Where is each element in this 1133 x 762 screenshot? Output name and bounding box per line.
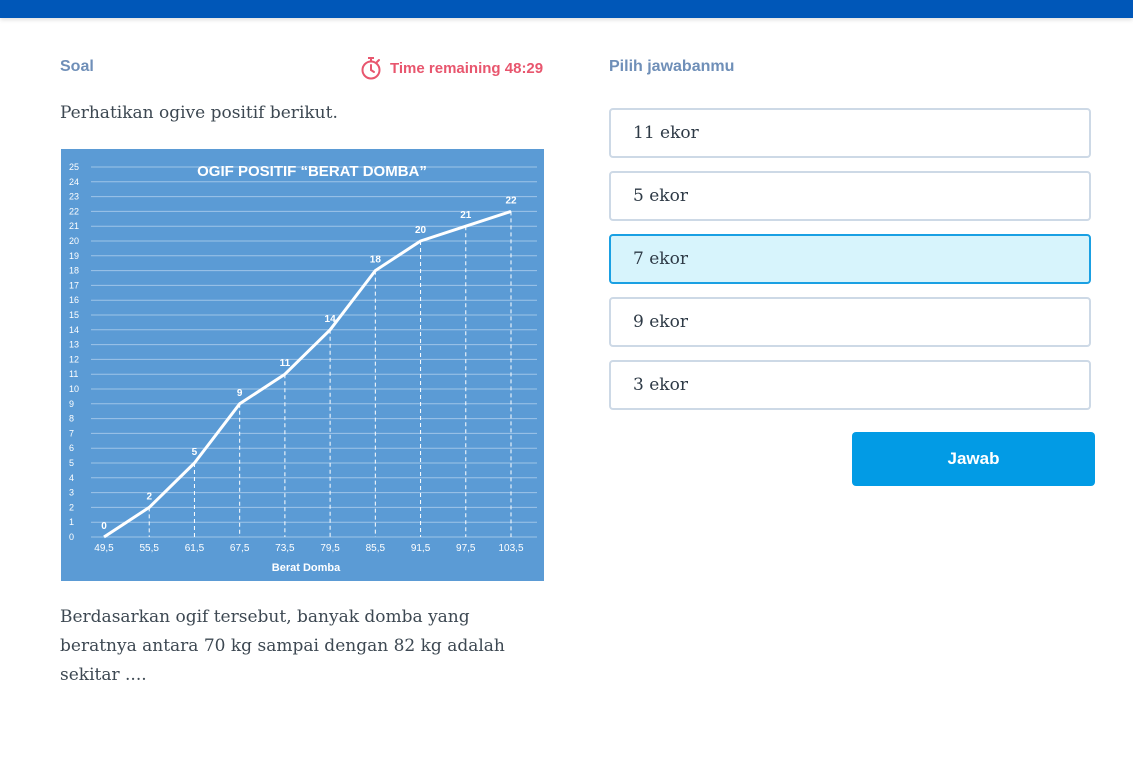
answer-section-label: Pilih jawabanmu [609, 58, 735, 75]
y-tick-label: 20 [69, 236, 79, 246]
data-label: 22 [505, 195, 517, 206]
y-tick-label: 4 [69, 473, 74, 483]
x-tick-label: 73,5 [275, 543, 295, 554]
x-tick-label: 61,5 [185, 543, 205, 554]
y-tick-label: 11 [69, 369, 78, 379]
y-tick-label: 5 [69, 458, 74, 468]
data-label: 9 [237, 388, 243, 399]
y-tick-label: 8 [69, 414, 74, 424]
chart-title: OGIF POSITIF “BERAT DOMBA” [197, 163, 427, 180]
y-tick-label: 17 [69, 280, 79, 290]
data-label: 11 [280, 358, 291, 369]
option-label: 7 ekor [633, 249, 688, 269]
chart-svg: 0123456789101112131415161718192021222324… [69, 162, 537, 574]
y-tick-label: 9 [69, 399, 74, 409]
option-label: 9 ekor [633, 312, 688, 332]
y-tick-label: 2 [69, 502, 74, 512]
ogive-chart: 0 1 2 3 4 5 6 7 8 9 10 11 12 13 14 15 16 17 18 19 20 21 22 23 24… [61, 149, 544, 581]
y-tick-label: 6 [69, 443, 74, 453]
y-tick-label: 21 [69, 221, 79, 231]
x-tick-label: 55,5 [139, 543, 159, 554]
data-label: 20 [415, 225, 427, 236]
top-bar [0, 0, 1133, 18]
y-tick-label: 1 [69, 517, 74, 527]
y-tick-label: 22 [69, 206, 79, 216]
timer-text: Time remaining 48:29 [390, 59, 544, 77]
y-tick-label: 7 [69, 428, 74, 438]
y-tick-label: 19 [69, 251, 79, 261]
question-section-label: Soal [60, 58, 94, 75]
x-tick-label: 103,5 [498, 543, 523, 554]
y-tick-label: 10 [69, 384, 79, 394]
data-label: 14 [325, 314, 337, 325]
stopwatch-icon [361, 57, 381, 80]
y-tick-label: 3 [69, 488, 74, 498]
x-tick-label: 97,5 [456, 543, 476, 554]
answer-option-e[interactable]: 3 ekor [609, 360, 1091, 410]
data-label: 21 [460, 210, 472, 221]
answer-option-c[interactable]: 7 ekor [609, 234, 1091, 284]
submit-button[interactable]: Jawab [852, 432, 1095, 486]
answer-option-b[interactable]: 5 ekor [609, 171, 1091, 221]
option-label: 3 ekor [633, 375, 688, 395]
question-text: Berdasarkan ogif tersebut, banyak domba … [60, 607, 505, 685]
y-tick-label: 15 [69, 310, 79, 320]
y-tick-label: 14 [69, 325, 79, 335]
y-tick-label: 18 [69, 266, 79, 276]
data-label: 2 [146, 491, 152, 502]
y-tick-label: 13 [69, 340, 79, 350]
option-label: 5 ekor [633, 186, 688, 206]
x-tick-label: 67,5 [230, 543, 250, 554]
x-tick-label: 85,5 [366, 543, 386, 554]
question-intro: Perhatikan ogive positif berikut. [60, 103, 338, 123]
data-label: 18 [370, 255, 382, 266]
x-tick-label: 91,5 [411, 543, 431, 554]
option-label: 11 ekor [633, 123, 699, 143]
x-tick-label: 49,5 [94, 543, 114, 554]
y-tick-label: 16 [69, 295, 79, 305]
y-tick-label: 12 [69, 354, 79, 364]
y-tick-label: 24 [69, 177, 79, 187]
data-label: 5 [192, 447, 198, 458]
timer: Time remaining 48:29 [360, 56, 543, 80]
answer-option-a[interactable]: 11 ekor [609, 108, 1091, 158]
x-axis-label: Berat Domba [272, 562, 341, 574]
y-tick-label: 0 [69, 532, 74, 542]
y-tick-label: 23 [69, 192, 79, 202]
x-tick-label: 79,5 [320, 543, 340, 554]
y-tick-label: 25 [69, 162, 79, 172]
data-label: 0 [101, 521, 107, 532]
answer-option-d[interactable]: 9 ekor [609, 297, 1091, 347]
